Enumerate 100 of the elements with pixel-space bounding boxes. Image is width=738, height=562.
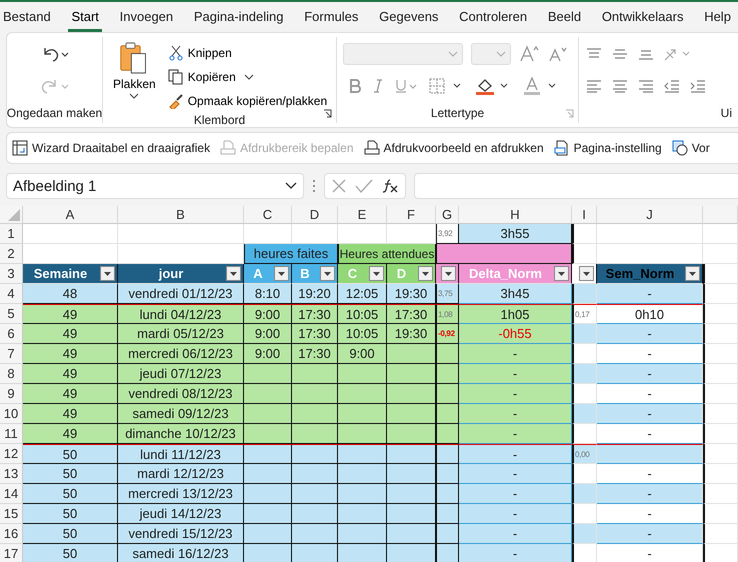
cancel-icon[interactable] bbox=[331, 178, 347, 194]
table-cell: 49 bbox=[23, 324, 118, 344]
column-header[interactable]: I bbox=[572, 206, 597, 224]
paste-button[interactable]: Plakken bbox=[109, 41, 160, 113]
row-header[interactable]: 15 bbox=[0, 504, 23, 524]
shrink-font-icon[interactable] bbox=[547, 45, 567, 63]
column-header[interactable]: J bbox=[597, 206, 703, 224]
align-left-icon[interactable] bbox=[585, 79, 603, 93]
row-header[interactable]: 6 bbox=[0, 324, 23, 344]
table-cell bbox=[244, 424, 292, 444]
copy-button[interactable]: Kopiëren bbox=[166, 65, 256, 89]
table-cell bbox=[387, 404, 436, 424]
filter-dropdown-icon[interactable] bbox=[274, 266, 289, 281]
table-cell: lundi 04/12/23 bbox=[118, 304, 244, 324]
cut-button[interactable]: Knippen bbox=[166, 41, 234, 65]
column-header[interactable]: F bbox=[387, 206, 436, 224]
filter-dropdown-icon[interactable] bbox=[320, 266, 335, 281]
grow-font-icon[interactable] bbox=[519, 45, 539, 63]
row-header[interactable]: 1 bbox=[0, 224, 23, 244]
menu-tab[interactable]: Beeld bbox=[544, 2, 584, 32]
increase-indent-icon[interactable] bbox=[689, 79, 707, 93]
column-title: Semaine bbox=[32, 266, 88, 281]
toolbar-button[interactable]: Wizard Draaitabel en draaigrafiek bbox=[9, 137, 214, 159]
table-cell bbox=[572, 464, 597, 484]
table-cell bbox=[244, 364, 292, 384]
table-cell: vendredi 01/12/23 bbox=[118, 284, 244, 304]
toolbar-button[interactable]: Vor bbox=[668, 137, 713, 159]
filter-dropdown-icon[interactable] bbox=[369, 266, 384, 281]
row-header[interactable]: 12 bbox=[0, 444, 23, 464]
bold-icon[interactable] bbox=[349, 79, 361, 93]
table-cell: samedi 09/12/23 bbox=[118, 404, 244, 424]
table-cell bbox=[338, 444, 387, 464]
table-cell bbox=[703, 364, 738, 384]
row-header[interactable]: 11 bbox=[0, 424, 23, 444]
check-icon[interactable] bbox=[355, 178, 373, 194]
row-header[interactable]: 16 bbox=[0, 524, 23, 544]
menu-tab[interactable]: Gegevens bbox=[376, 2, 442, 32]
more-options-icon[interactable] bbox=[312, 179, 316, 193]
column-header[interactable]: C bbox=[244, 206, 292, 224]
toolbar-button[interactable]: Afdrukvoorbeeld en afdrukken bbox=[360, 137, 547, 159]
filter-dropdown-icon[interactable] bbox=[579, 266, 594, 281]
column-header[interactable]: B bbox=[118, 206, 244, 224]
table-cell: 49 bbox=[23, 404, 118, 424]
table-cell: mercredi 06/12/23 bbox=[118, 344, 244, 364]
filter-dropdown-icon[interactable] bbox=[418, 266, 433, 281]
underline-icon[interactable] bbox=[395, 79, 417, 93]
row-header[interactable]: 13 bbox=[0, 464, 23, 484]
borders-icon[interactable] bbox=[429, 78, 463, 94]
row-header[interactable]: 10 bbox=[0, 404, 23, 424]
caret-icon bbox=[448, 51, 458, 57]
name-box[interactable]: Afbeelding 1 bbox=[6, 173, 304, 199]
format-painter-button[interactable]: Opmaak kopiëren/plakken bbox=[166, 89, 330, 113]
align-middle-icon[interactable] bbox=[611, 47, 629, 61]
column-header[interactable]: E bbox=[338, 206, 387, 224]
function-icon[interactable] bbox=[381, 178, 399, 194]
row-header[interactable]: 8 bbox=[0, 364, 23, 384]
align-center-icon[interactable] bbox=[611, 79, 629, 93]
menu-tab[interactable]: Help bbox=[701, 2, 734, 32]
column-header[interactable]: D bbox=[292, 206, 338, 224]
row-header[interactable]: 2 bbox=[0, 244, 23, 264]
menu-tab[interactable]: Controleren bbox=[456, 2, 530, 32]
formula-input-field[interactable] bbox=[414, 173, 738, 199]
column-header[interactable]: A bbox=[23, 206, 118, 224]
table-cell: 17:30 bbox=[387, 304, 436, 324]
table-cell: - bbox=[459, 444, 572, 464]
filter-dropdown-icon[interactable] bbox=[685, 266, 700, 281]
table-cell: - bbox=[459, 384, 572, 404]
menu-tab[interactable]: Bestand bbox=[0, 2, 54, 32]
toolbar-button[interactable]: Pagina-instelling bbox=[550, 137, 665, 159]
table-cell: 9:00 bbox=[244, 344, 292, 364]
row-header[interactable]: 3 bbox=[0, 264, 23, 284]
table-cell bbox=[292, 364, 338, 384]
table-cell: - bbox=[597, 424, 703, 444]
table-cell bbox=[572, 224, 597, 244]
row-header[interactable]: 9 bbox=[0, 384, 23, 404]
dialog-launcher-icon[interactable] bbox=[323, 109, 332, 118]
column-header[interactable]: G bbox=[436, 206, 459, 224]
paintbrush-icon bbox=[168, 93, 184, 109]
menu-tab[interactable]: Pagina-indeling bbox=[190, 2, 286, 32]
row-header[interactable]: 4 bbox=[0, 284, 23, 304]
decrease-indent-icon[interactable] bbox=[663, 79, 681, 93]
align-right-icon[interactable] bbox=[637, 79, 655, 93]
filter-dropdown-icon[interactable] bbox=[441, 266, 456, 281]
menu-tab[interactable]: Formules bbox=[301, 2, 362, 32]
table-cell bbox=[292, 544, 338, 562]
printer-icon bbox=[220, 140, 236, 156]
filter-dropdown-icon[interactable] bbox=[100, 266, 115, 281]
row-header[interactable]: 5 bbox=[0, 304, 23, 324]
menu-tab[interactable]: Invoegen bbox=[116, 2, 176, 32]
row-header[interactable]: 7 bbox=[0, 344, 23, 364]
menu-tab[interactable]: Ontwikkelaars bbox=[598, 2, 686, 32]
filter-dropdown-icon[interactable] bbox=[226, 266, 241, 281]
table-cell: 1,08 bbox=[436, 304, 459, 324]
filter-dropdown-icon[interactable] bbox=[554, 266, 569, 281]
table-cell: 19:30 bbox=[387, 284, 436, 304]
row-header[interactable]: 17 bbox=[0, 544, 23, 562]
italic-icon[interactable] bbox=[373, 79, 383, 93]
table-cell bbox=[387, 444, 436, 464]
table-cell: 0,17 bbox=[572, 304, 597, 324]
row-header[interactable]: 14 bbox=[0, 484, 23, 504]
